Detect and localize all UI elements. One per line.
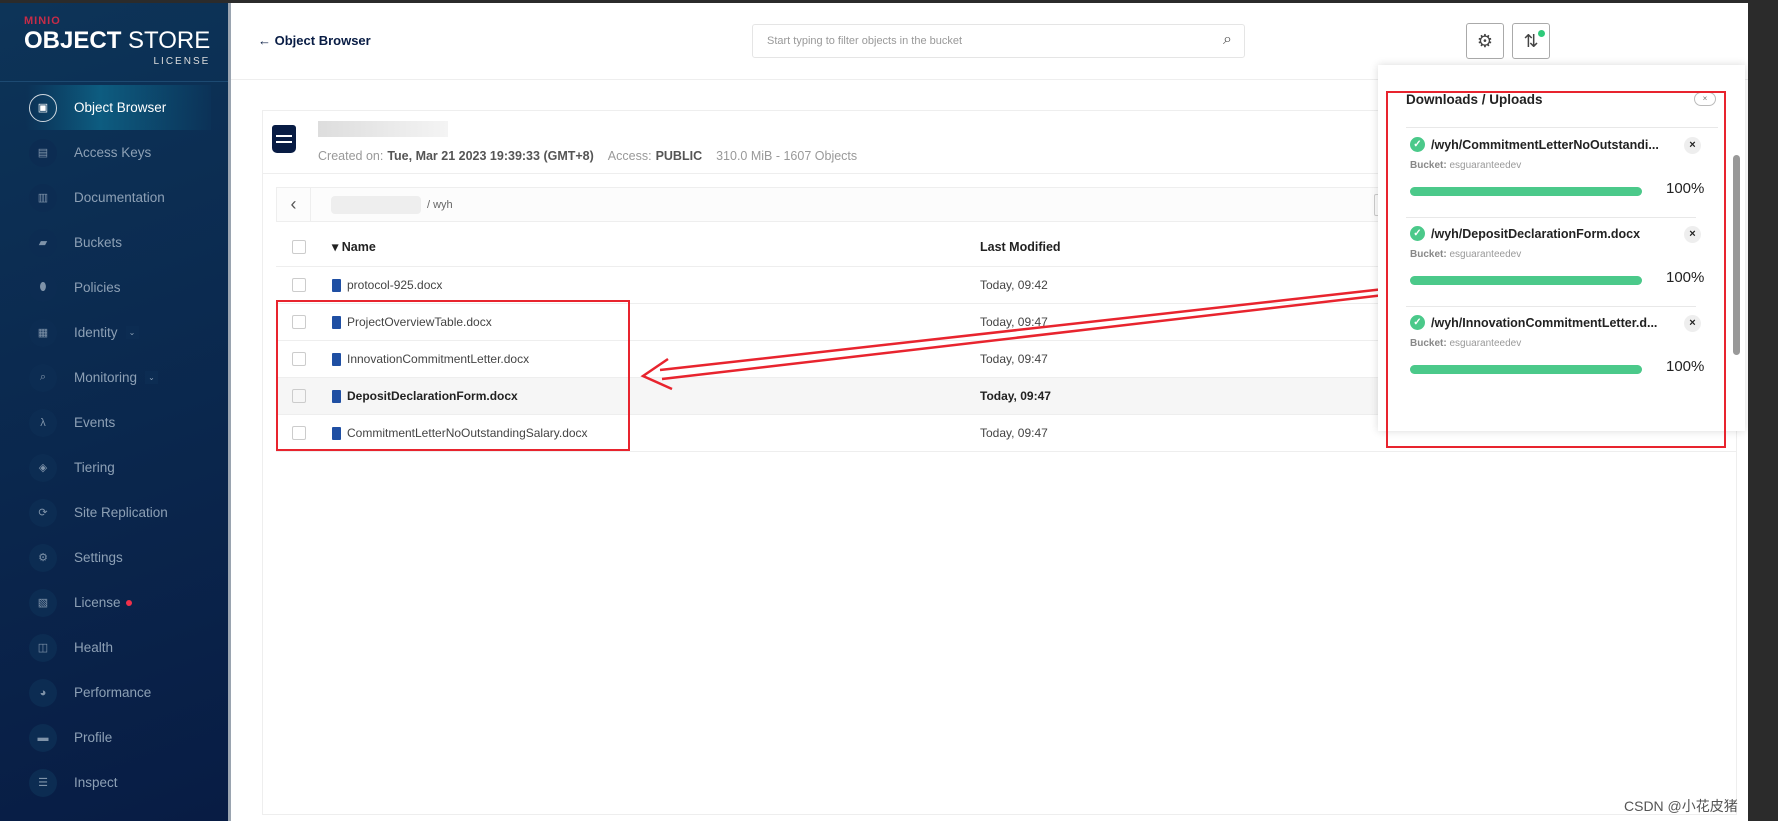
- app-window: MINIO OBJECT STORE LICENSE ▣ Object Brows…: [0, 3, 1748, 821]
- watermark: CSDN @小花皮猪: [1624, 798, 1738, 814]
- annotation-box: [1386, 91, 1726, 448]
- panel-scrollbar[interactable]: [1733, 155, 1740, 355]
